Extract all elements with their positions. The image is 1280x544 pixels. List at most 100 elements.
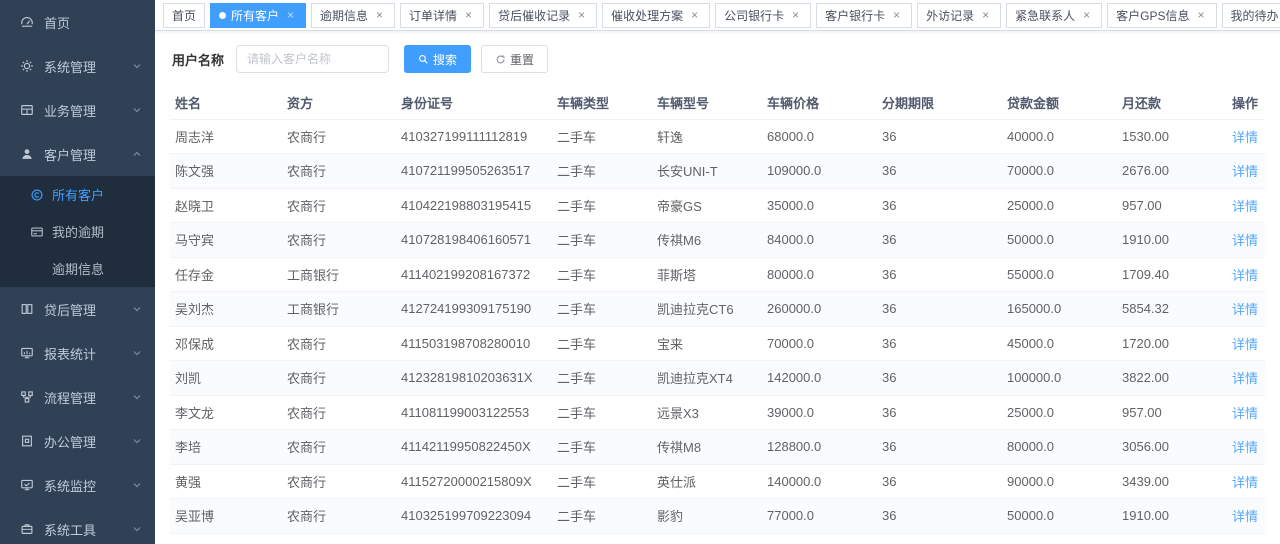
cell-action: 详情 [1227,223,1265,258]
sidebar-item-overdue-info[interactable]: 逾期信息 [0,250,155,287]
detail-link[interactable]: 详情 [1232,337,1258,352]
cell: 50000.0 [1002,223,1117,258]
chevron-down-icon [131,391,143,403]
cell: 410721199505263517 [396,154,552,189]
column-header: 资方 [282,87,396,119]
cell: 二手车 [552,361,652,396]
close-icon[interactable]: × [373,9,386,22]
sidebar-item-all-customers[interactable]: 所有客户 [0,176,155,213]
cell: 二手车 [552,188,652,223]
chevron-down-icon [131,523,143,535]
tab-my-todo[interactable]: 我的待办 × [1222,3,1280,28]
detail-link[interactable]: 详情 [1232,233,1258,248]
detail-link[interactable]: 详情 [1232,130,1258,145]
cell: 25000.0 [1002,395,1117,430]
sidebar-item-label: 业务管理 [44,101,131,120]
office-icon [20,434,34,448]
sidebar-item-my-overdue[interactable]: 我的逾期 [0,213,155,250]
detail-link[interactable]: 详情 [1232,199,1258,214]
tab-customer-gps[interactable]: 客户GPS信息 × [1107,3,1216,28]
sidebar-item-label: 首页 [44,13,143,32]
tab-overdue-info[interactable]: 逾期信息 × [311,3,395,28]
close-icon[interactable]: × [789,9,802,22]
close-icon[interactable]: × [890,9,903,22]
monitor-icon [20,478,34,492]
table-row: 周志洋农商行410327199111112819二手车轩逸68000.03640… [170,119,1265,154]
sidebar-item-office[interactable]: 办公管理 [0,419,155,463]
cell: 帝豪GS [652,188,762,223]
sidebar-item-home[interactable]: 首页 [0,0,155,44]
table-row: 马守宾农商行410728198406160571二手车传祺M684000.036… [170,223,1265,258]
detail-link[interactable]: 详情 [1232,164,1258,179]
cell: 3822.00 [1117,361,1227,396]
tab-collection-record[interactable]: 贷后催收记录 × [489,3,597,28]
dashboard-icon [20,15,34,29]
cell: 农商行 [282,119,396,154]
refresh-icon [495,54,506,65]
table-body: 周志洋农商行410327199111112819二手车轩逸68000.03640… [170,119,1265,544]
cell: 36 [877,464,1002,499]
detail-link[interactable]: 详情 [1232,475,1258,490]
cell [1002,533,1117,544]
tab-all-customers[interactable]: 所有客户 × [210,3,306,28]
sidebar-item-loan[interactable]: 贷后管理 [0,287,155,331]
sidebar-item-report[interactable]: 报表统计 [0,331,155,375]
close-icon[interactable]: × [979,9,992,22]
table-row: 李培农商行41142119950822450X二手车传祺M8128800.036… [170,430,1265,465]
cell: 36 [877,154,1002,189]
tab-company-bank-card[interactable]: 公司银行卡 × [715,3,811,28]
cell: 1910.00 [1117,223,1227,258]
tab-emergency-contact[interactable]: 紧急联系人 × [1006,3,1102,28]
column-header: 车辆型号 [652,87,762,119]
column-header: 姓名 [170,87,282,119]
detail-link[interactable]: 详情 [1232,371,1258,386]
cell: 农商行 [282,430,396,465]
sidebar-item-business[interactable]: 业务管理 [0,88,155,132]
close-icon[interactable]: × [1195,9,1208,22]
tab-collection-plan[interactable]: 催收处理方案 × [602,3,710,28]
tab-customer-bank-card[interactable]: 客户银行卡 × [816,3,912,28]
sidebar-item-system[interactable]: 系统管理 [0,44,155,88]
cell-action: 详情 [1227,326,1265,361]
cell: 41152720000215809X [396,464,552,499]
content: 用户名称 搜索 重置 姓名资方身份证号车辆类型车辆型号车辆价格分期 [155,31,1280,544]
detail-link[interactable]: 详情 [1232,440,1258,455]
sidebar-item-tools[interactable]: 系统工具 [0,507,155,544]
tab-home[interactable]: 首页 [163,3,205,28]
table-row: 刘凯农商行41232819810203631X二手车凯迪拉克XT4142000.… [170,361,1265,396]
table-row: 邓保成农商行411503198708280010二手车宝来70000.03645… [170,326,1265,361]
cell: 140000.0 [762,464,877,499]
close-icon[interactable]: × [462,9,475,22]
tab-label: 公司银行卡 [724,7,784,24]
cell: 二手车 [552,119,652,154]
close-icon[interactable]: × [1080,9,1093,22]
close-icon[interactable]: × [575,9,588,22]
cell: 36 [877,395,1002,430]
column-header: 月还款 [1117,87,1227,119]
cell: 1910.00 [1117,499,1227,534]
cell: 411402199208167372 [396,257,552,292]
sidebar-item-customer[interactable]: 客户管理 [0,132,155,176]
reset-button[interactable]: 重置 [481,45,548,73]
tools-icon [20,522,34,536]
cell: 68000.0 [762,119,877,154]
tab-order-detail[interactable]: 订单详情 × [400,3,484,28]
cell [762,533,877,544]
detail-link[interactable]: 详情 [1232,302,1258,317]
sidebar-item-process[interactable]: 流程管理 [0,375,155,419]
cell-action: 详情 [1227,257,1265,292]
column-header: 操作 [1227,87,1265,119]
detail-link[interactable]: 详情 [1232,509,1258,524]
close-icon[interactable]: × [688,9,701,22]
card-icon [30,225,44,239]
detail-link[interactable]: 详情 [1232,268,1258,283]
detail-link[interactable]: 详情 [1232,406,1258,421]
tab-visit-record[interactable]: 外访记录 × [917,3,1001,28]
search-button[interactable]: 搜索 [404,45,471,73]
cell: 传祺M8 [652,430,762,465]
search-input[interactable] [236,45,389,73]
cell: 128800.0 [762,430,877,465]
close-icon[interactable]: × [284,9,297,22]
chevron-down-icon [131,435,143,447]
sidebar-item-monitor[interactable]: 系统监控 [0,463,155,507]
